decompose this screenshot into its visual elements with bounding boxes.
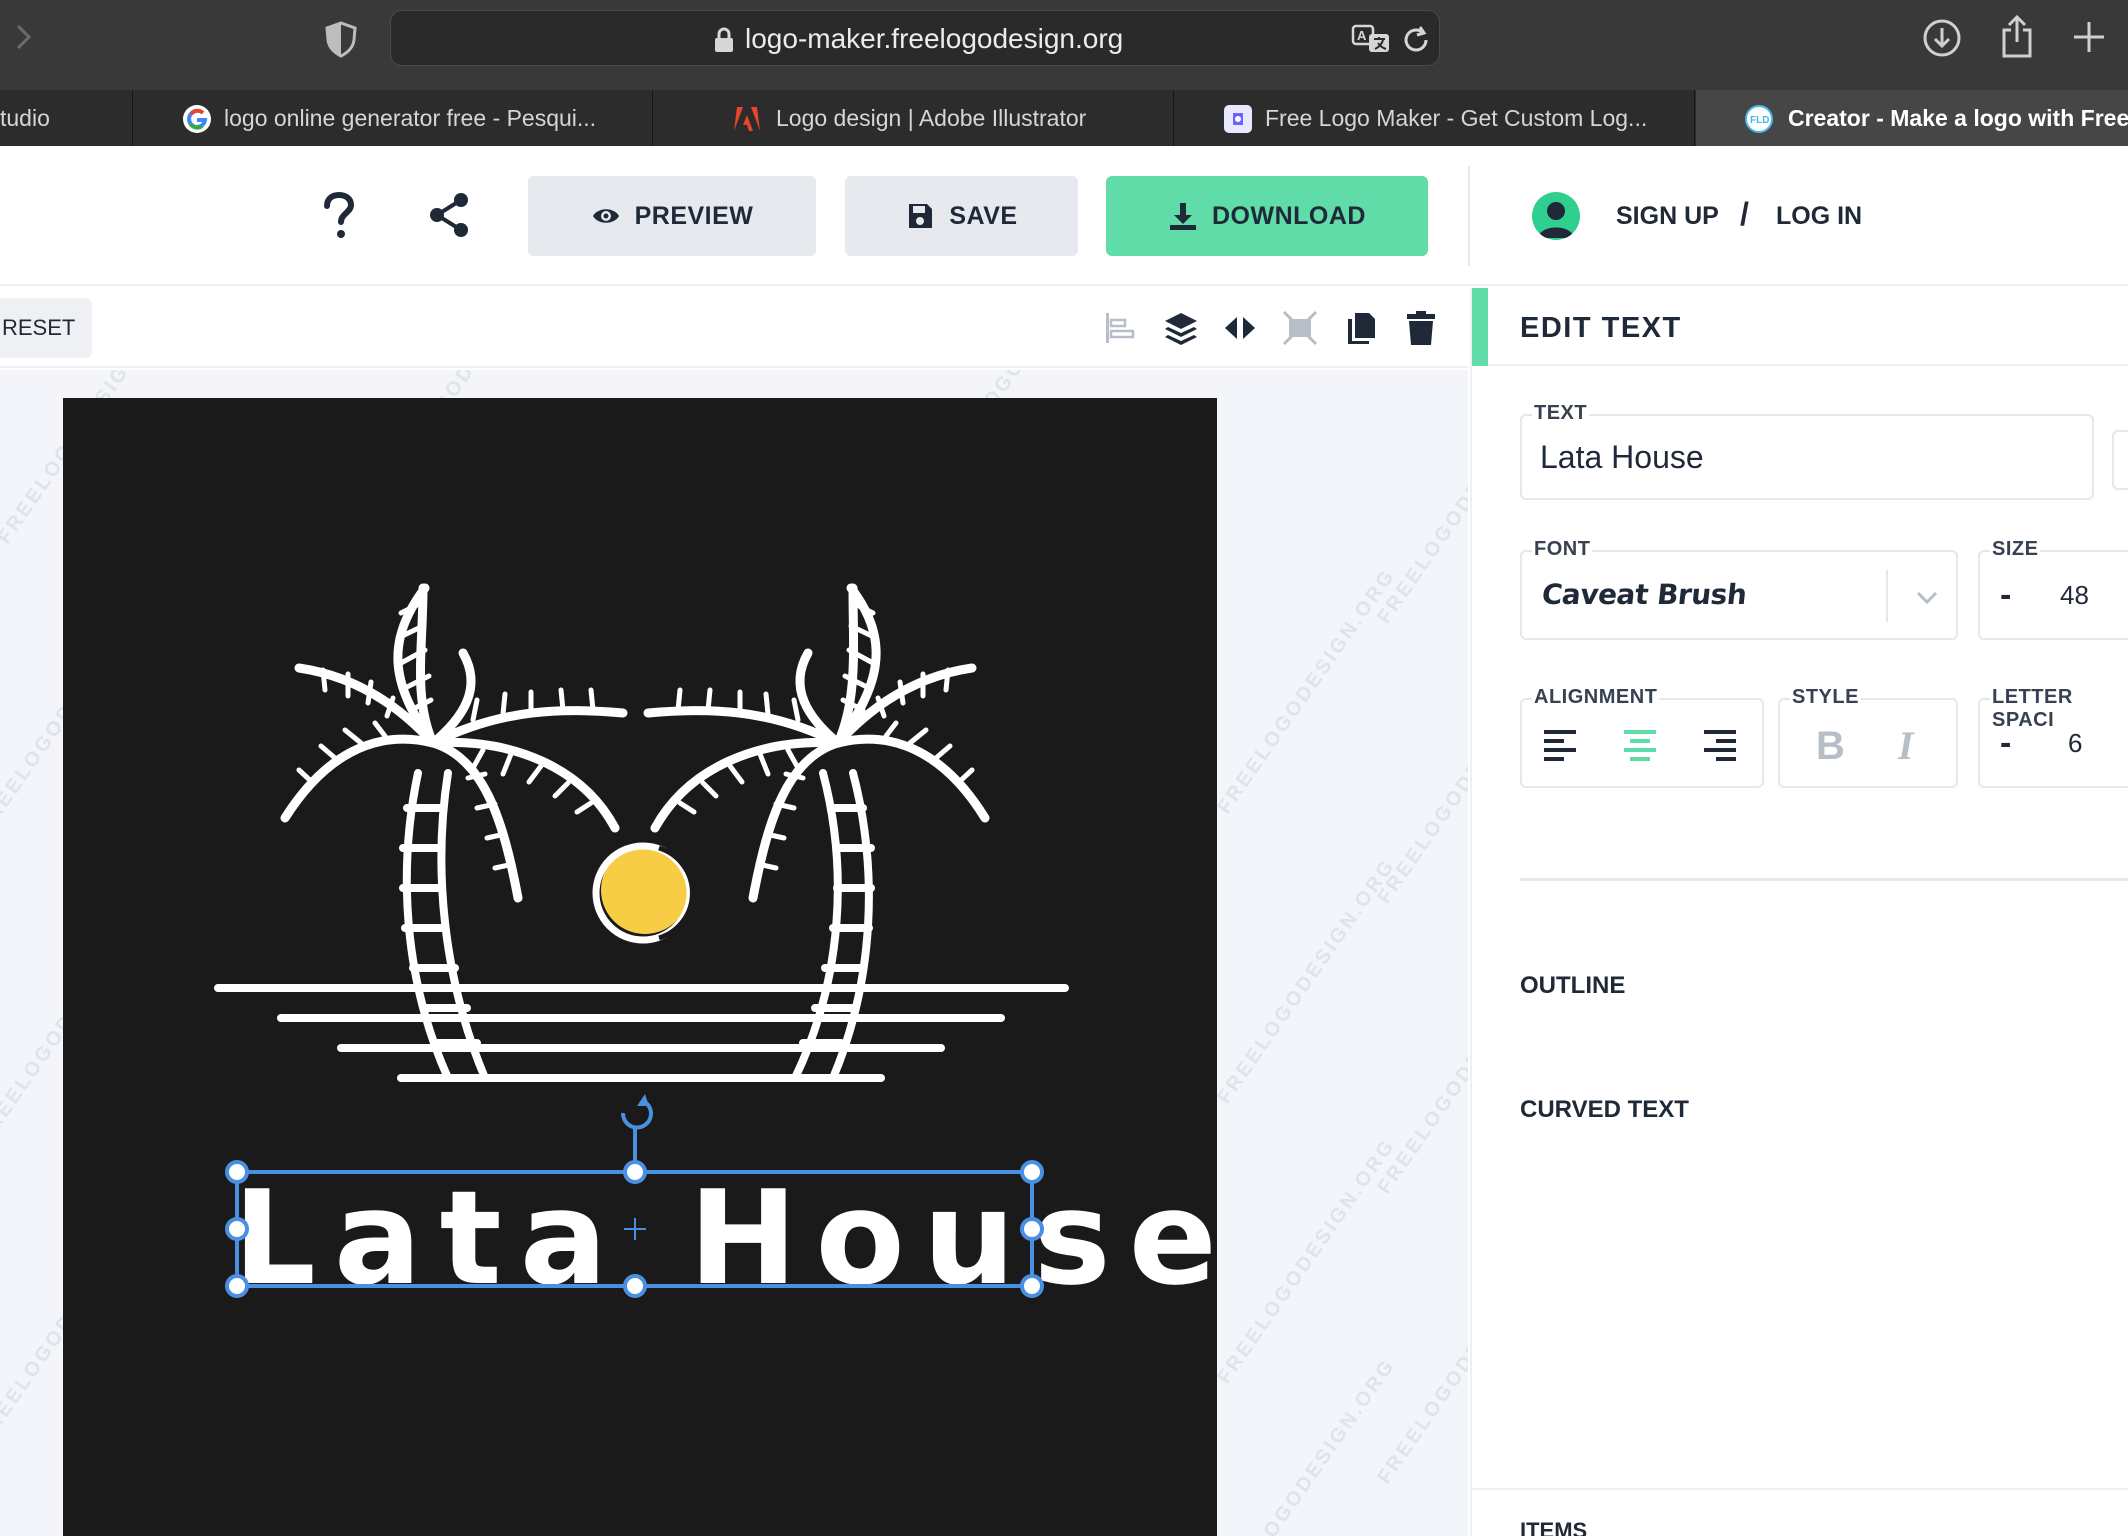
download-button[interactable]: DOWNLOAD	[1106, 176, 1428, 256]
tab-adobe-illustrator[interactable]: Logo design | Adobe Illustrator	[654, 90, 1174, 146]
alignment-group	[1520, 698, 1764, 788]
logo-artboard[interactable]: Lata House	[63, 398, 1217, 1536]
logo-maker-icon	[1224, 105, 1252, 133]
url-text: logo-maker.freelogodesign.org	[745, 23, 1124, 54]
panel-divider	[1520, 878, 2128, 881]
floppy-disk-icon	[909, 204, 933, 228]
text-label: TEXT	[1532, 402, 1590, 425]
address-bar[interactable]: logo-maker.freelogodesign.org A	[390, 10, 1440, 66]
svg-text:A: A	[1357, 28, 1367, 43]
curved-text-section-toggle[interactable]: CURVED TEXT	[1520, 1096, 1689, 1124]
privacy-shield-icon[interactable]	[322, 20, 360, 58]
browser-toolbar: logo-maker.freelogodesign.org A	[0, 0, 2128, 90]
tab-label: Logo design | Adobe Illustrator	[776, 105, 1087, 131]
tab-label: logo online generator free - Pesqui...	[224, 105, 597, 131]
font-value: Caveat Brush	[1540, 578, 1749, 611]
size-decrease-button[interactable]: -	[2000, 576, 2011, 615]
save-button[interactable]: SAVE	[845, 176, 1078, 256]
help-icon[interactable]	[318, 192, 360, 240]
avatar[interactable]	[1532, 192, 1580, 240]
align-right-icon[interactable]	[1702, 728, 1738, 762]
align-center-icon[interactable]	[1622, 728, 1658, 762]
share-icon[interactable]	[428, 192, 470, 238]
forward-arrow-icon[interactable]	[8, 22, 38, 52]
align-left-icon[interactable]	[1542, 728, 1578, 762]
text-input[interactable]	[1520, 414, 2094, 500]
reset-button[interactable]: RESET	[0, 298, 92, 358]
layers-icon[interactable]	[1163, 310, 1199, 346]
panel-title-bar: EDIT TEXT	[1472, 288, 2128, 366]
tab-free-logo-maker[interactable]: Free Logo Maker - Get Custom Log...	[1175, 90, 1695, 146]
header-divider	[1468, 166, 1470, 266]
font-select-divider	[1886, 570, 1888, 622]
align-objects-icon[interactable]	[1103, 310, 1139, 346]
canvas-area[interactable]: FREELOGODESIGN.ORG FREELOGODESIGN.ORG FR…	[0, 370, 1468, 1536]
size-value[interactable]: 48	[2060, 580, 2089, 611]
logo-text[interactable]: Lata House	[233, 1168, 1217, 1308]
tab-label: Free Logo Maker - Get Custom Log...	[1265, 105, 1648, 131]
editor-toolbar: RESET	[0, 288, 1468, 368]
download-icon	[1170, 203, 1196, 230]
panel-title: EDIT TEXT	[1520, 312, 1682, 344]
style-label: STYLE	[1790, 686, 1861, 709]
share-icon[interactable]	[2000, 14, 2034, 58]
palm-trees-sunset-graphic[interactable]	[63, 398, 1217, 1536]
tab-label: Creator - Make a logo with Free L	[1788, 105, 2128, 131]
svg-text:I: I	[1897, 724, 1915, 764]
lock-icon	[715, 27, 733, 52]
reload-icon[interactable]	[1399, 23, 1433, 57]
adobe-icon	[734, 107, 760, 131]
watermark: FREELOGODESIGN.ORG	[1213, 564, 1400, 818]
downloads-icon[interactable]	[1922, 18, 1962, 58]
download-label: DOWNLOAD	[1212, 201, 1366, 230]
tab-label: tudio	[0, 105, 50, 131]
font-select[interactable]: Caveat Brush	[1520, 550, 1958, 640]
spacing-value[interactable]: 6	[2068, 728, 2082, 759]
translate-icon[interactable]: A	[1351, 23, 1391, 55]
watermark: FREELOGODESIGN.ORG	[1213, 854, 1400, 1108]
outline-section-toggle[interactable]: OUTLINE	[1520, 972, 1625, 1000]
preview-button[interactable]: PREVIEW	[528, 176, 816, 256]
style-group: B I	[1778, 698, 1958, 788]
font-label: FONT	[1532, 538, 1593, 561]
tab-strip: tudio logo online generator free - Pesqu…	[0, 90, 2128, 146]
auth-separator: /	[1740, 196, 1749, 232]
svg-text:FLD: FLD	[1750, 115, 1769, 126]
bold-icon[interactable]: B	[1814, 724, 1846, 764]
new-tab-icon[interactable]	[2070, 18, 2108, 56]
panel-divider	[1472, 1488, 2128, 1490]
tab-google-search[interactable]: logo online generator free - Pesqui...	[134, 90, 653, 146]
user-icon	[1538, 202, 1574, 238]
alignment-label: ALIGNMENT	[1532, 686, 1660, 709]
watermark: FREELOGODESIGN.ORG	[1213, 1134, 1400, 1388]
panel-accent	[1472, 288, 1488, 366]
size-stepper[interactable]: - 48	[1978, 550, 2128, 640]
italic-icon[interactable]: I	[1892, 724, 1924, 764]
log-in-link[interactable]: LOG IN	[1776, 202, 1862, 231]
duplicate-icon[interactable]	[1343, 310, 1379, 346]
eye-icon	[592, 209, 619, 223]
tab-creator[interactable]: FLD Creator - Make a logo with Free L	[1696, 90, 2128, 146]
chevron-down-icon	[1916, 591, 1938, 605]
size-label: SIZE	[1990, 538, 2041, 561]
sign-up-link[interactable]: SIGN UP	[1616, 202, 1719, 231]
preview-label: PREVIEW	[634, 201, 754, 230]
flip-icon[interactable]	[1222, 310, 1258, 346]
letter-spacing-label: LETTER SPACI	[1990, 686, 2128, 732]
tab-studio[interactable]: tudio	[0, 90, 133, 146]
text-options-button[interactable]	[2112, 430, 2128, 490]
delete-icon[interactable]	[1403, 310, 1439, 346]
watermark: FREELOGODESIGN.ORG	[1213, 1354, 1400, 1536]
edit-text-panel: EDIT TEXT TEXT Caveat Brush FONT - 48 SI…	[1470, 288, 2128, 1536]
crop-resize-icon[interactable]	[1282, 310, 1318, 346]
freelogodesign-icon: FLD	[1745, 105, 1773, 133]
google-icon	[183, 105, 211, 133]
app-header: PREVIEW SAVE DOWNLOAD SIGN UP / LOG IN	[0, 146, 2128, 286]
items-section-title: ITEMS	[1520, 1518, 1588, 1536]
svg-text:B: B	[1816, 724, 1845, 764]
save-label: SAVE	[949, 201, 1018, 230]
